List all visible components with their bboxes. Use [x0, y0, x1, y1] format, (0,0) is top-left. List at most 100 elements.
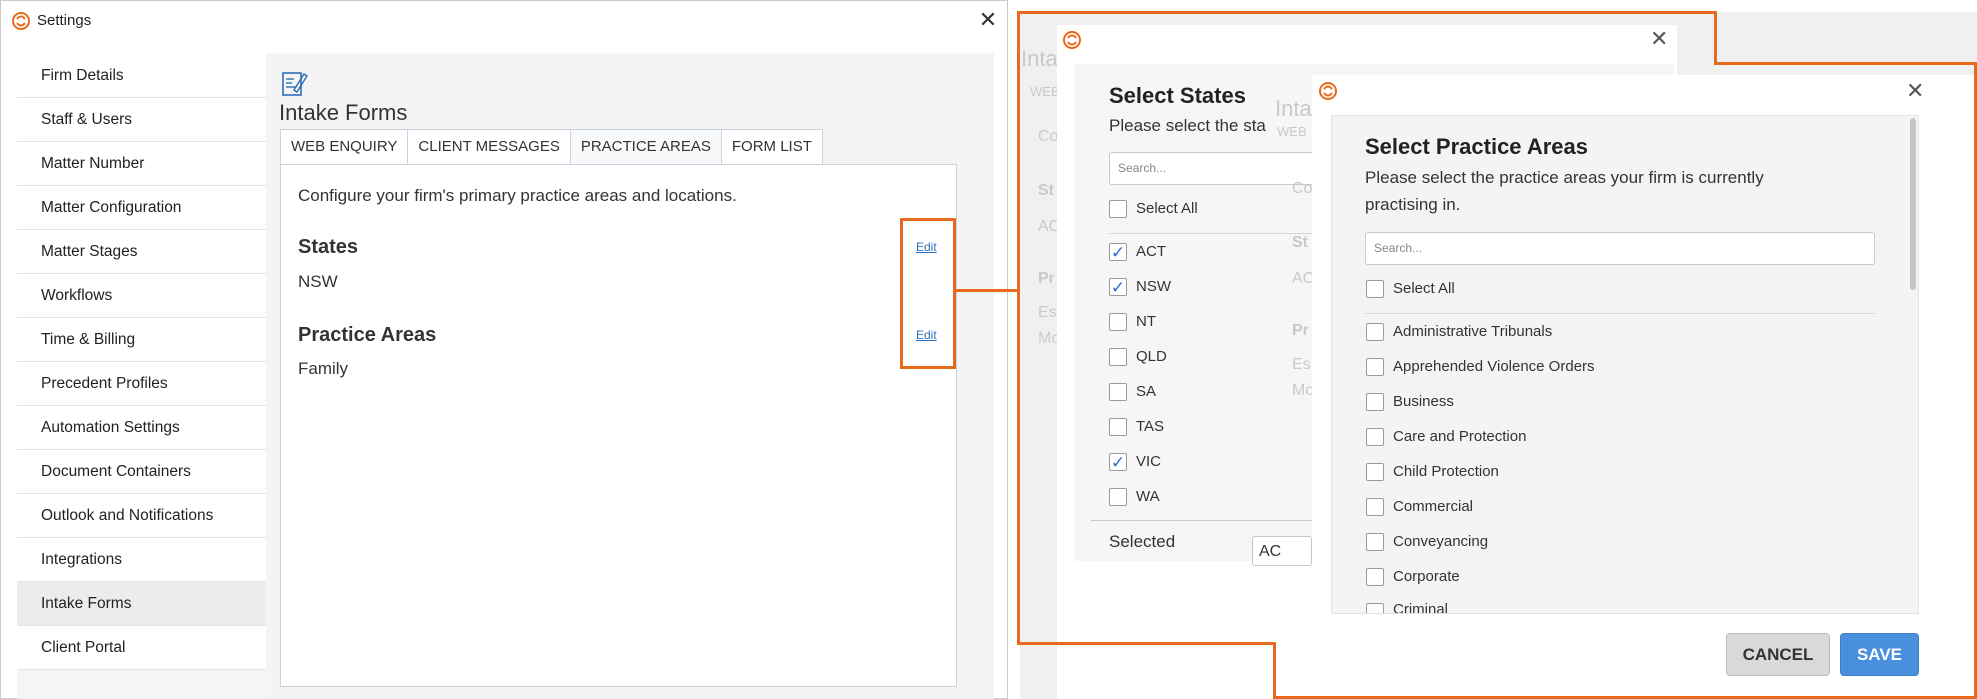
selected-label: Selected — [1109, 532, 1176, 551]
practice-select-all-checkbox[interactable] — [1366, 280, 1384, 298]
state-checkbox-qld[interactable] — [1109, 348, 1127, 366]
practice-select-all-label: Select All — [1393, 280, 1455, 297]
sidebar-item-document-containers[interactable]: Document Containers — [17, 450, 266, 494]
bg-fragment: St — [1038, 182, 1054, 199]
sidebar-item-intake-forms[interactable]: Intake Forms — [17, 582, 266, 626]
close-icon[interactable]: ✕ — [977, 9, 999, 31]
selected-state-chip: AC — [1252, 536, 1312, 566]
callout-frame-top — [1017, 11, 1717, 14]
practice-search-input[interactable]: Search... — [1365, 232, 1875, 265]
sidebar-item-firm-details[interactable]: Firm Details — [17, 54, 266, 98]
checkmark-icon: ✓ — [1110, 278, 1126, 297]
practice-label: Child Protection — [1393, 463, 1499, 480]
checkmark-icon: ✓ — [1110, 243, 1126, 262]
bg-fragment: Es — [1038, 304, 1057, 321]
practice-label: Care and Protection — [1393, 428, 1527, 445]
tab-bar: WEB ENQUIRY CLIENT MESSAGES PRACTICE ARE… — [280, 129, 823, 164]
practice-label: Apprehended Violence Orders — [1393, 358, 1595, 375]
state-checkbox-act[interactable]: ✓ — [1109, 243, 1127, 262]
state-label: NSW — [1136, 278, 1171, 295]
bg-fragment: AC — [1292, 270, 1315, 287]
cancel-button[interactable]: CANCEL — [1726, 633, 1830, 676]
state-label: SA — [1136, 383, 1157, 400]
sidebar-item-integrations[interactable]: Integrations — [17, 538, 266, 582]
sidebar-item-staff-users[interactable]: Staff & Users — [17, 98, 266, 142]
sidebar-item-matter-configuration[interactable]: Matter Configuration — [17, 186, 266, 230]
practice-dialog-title: Select Practice Areas — [1365, 134, 1588, 159]
states-select-all-checkbox[interactable] — [1109, 200, 1127, 218]
sidebar-item-client-portal[interactable]: Client Portal — [17, 626, 266, 670]
states-heading: States — [298, 236, 359, 258]
practice-label: Criminal — [1393, 603, 1449, 613]
practice-list-scrollbar[interactable] — [1910, 118, 1916, 290]
tab-client-messages[interactable]: CLIENT MESSAGES — [407, 129, 571, 164]
sidebar-item-matter-number[interactable]: Matter Number — [17, 142, 266, 186]
practice-checkbox[interactable] — [1366, 428, 1384, 446]
state-checkbox-tas[interactable] — [1109, 418, 1127, 436]
state-checkbox-sa[interactable] — [1109, 383, 1127, 401]
edit-highlight-box — [900, 218, 956, 369]
app-logo-icon — [12, 12, 30, 30]
bg-fragment: St — [1292, 234, 1308, 251]
sidebar-item-outlook-notifications[interactable]: Outlook and Notifications — [17, 494, 266, 538]
sidebar-item-workflows[interactable]: Workflows — [17, 274, 266, 318]
states-value: NSW — [298, 272, 338, 291]
settings-sidebar: Firm Details Staff & Users Matter Number… — [17, 54, 267, 699]
state-label: ACT — [1136, 243, 1166, 260]
practice-label: Business — [1393, 393, 1454, 410]
sidebar-item-matter-stages[interactable]: Matter Stages — [17, 230, 266, 274]
callout-frame-left — [1017, 11, 1020, 645]
bg-fragment: Mo — [1292, 382, 1315, 399]
state-checkbox-wa[interactable] — [1109, 488, 1127, 506]
tab-web-enquiry[interactable]: WEB ENQUIRY — [280, 129, 409, 164]
tab-form-list[interactable]: FORM LIST — [720, 129, 823, 164]
practice-divider — [1365, 313, 1875, 314]
state-label: VIC — [1136, 453, 1162, 470]
bg-fragment: WEB — [1277, 124, 1307, 139]
checkmark-icon: ✓ — [1110, 453, 1126, 472]
states-dialog-title: Select States — [1109, 83, 1246, 108]
callout-frame-drop — [1273, 642, 1276, 699]
state-label: WA — [1136, 488, 1160, 505]
state-checkbox-vic[interactable]: ✓ — [1109, 453, 1127, 472]
bg-fragment: WEB — [1030, 84, 1060, 99]
practice-label: Commercial — [1393, 498, 1474, 515]
practice-label: Corporate — [1393, 568, 1460, 585]
sidebar-item-automation-settings[interactable]: Automation Settings — [17, 406, 266, 450]
app-logo-icon — [1063, 31, 1081, 49]
practice-dialog-subtitle-line2: practising in. — [1365, 195, 1461, 214]
sidebar-item-time-billing[interactable]: Time & Billing — [17, 318, 266, 362]
bg-fragment: Es — [1292, 356, 1311, 373]
practice-checkbox[interactable] — [1366, 323, 1384, 341]
practice-label: Administrative Tribunals — [1393, 323, 1553, 340]
callout-frame-step-vertical — [1714, 11, 1717, 65]
practice-dialog-close-icon[interactable]: ✕ — [1906, 80, 1924, 102]
state-checkbox-nt[interactable] — [1109, 313, 1127, 331]
tab-practice-areas[interactable]: PRACTICE AREAS — [569, 129, 722, 164]
practice-label: Conveyancing — [1393, 533, 1489, 550]
states-dialog-subtitle: Please select the sta — [1109, 116, 1266, 135]
practice-checkbox[interactable] — [1366, 393, 1384, 411]
bg-fragment: Inta — [1275, 96, 1312, 121]
bg-fragment: Pr — [1292, 322, 1309, 339]
practice-checkbox[interactable] — [1366, 568, 1384, 586]
states-select-all-label: Select All — [1136, 200, 1198, 217]
page-title: Intake Forms — [279, 100, 408, 125]
bg-fragment: Pr — [1038, 270, 1055, 287]
bg-fragment: Co — [1292, 180, 1313, 197]
practice-checkbox[interactable] — [1366, 603, 1384, 613]
practice-checkbox[interactable] — [1366, 498, 1384, 516]
bg-fragment: Co — [1038, 128, 1059, 145]
state-label: NT — [1136, 313, 1156, 330]
window-title: Settings — [37, 12, 92, 29]
practice-checkbox[interactable] — [1366, 358, 1384, 376]
practice-checkbox[interactable] — [1366, 463, 1384, 481]
practice-areas-value: Family — [298, 359, 349, 378]
save-button[interactable]: SAVE — [1840, 633, 1919, 676]
practice-areas-panel — [280, 164, 957, 687]
panel-intro-text: Configure your firm's primary practice a… — [298, 186, 737, 205]
states-dialog-close-icon[interactable]: ✕ — [1650, 28, 1668, 50]
practice-checkbox[interactable] — [1366, 533, 1384, 551]
state-checkbox-nsw[interactable]: ✓ — [1109, 278, 1127, 297]
sidebar-item-precedent-profiles[interactable]: Precedent Profiles — [17, 362, 266, 406]
